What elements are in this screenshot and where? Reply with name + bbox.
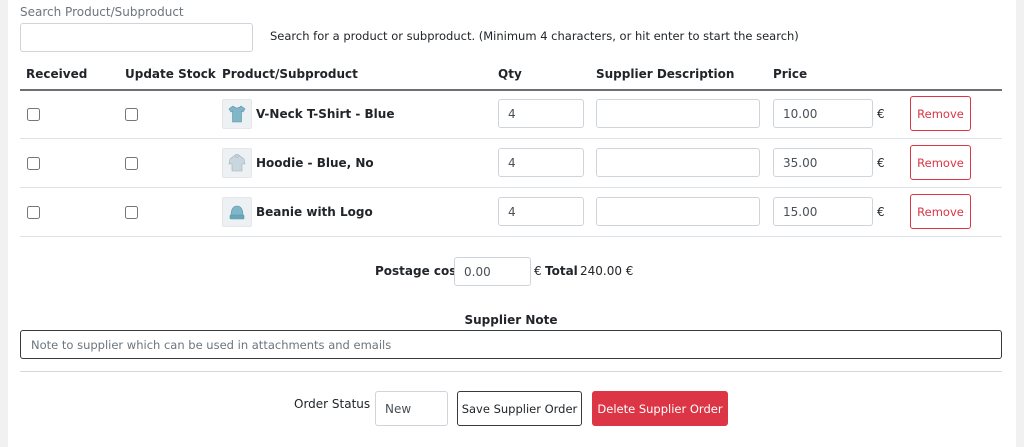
header-update-stock: Update Stock (125, 67, 216, 81)
product-name: Beanie with Logo (256, 205, 373, 219)
delete-supplier-order-button[interactable]: Delete Supplier Order (592, 391, 728, 426)
product-thumbnail (222, 148, 252, 178)
product-thumbnail (222, 99, 252, 129)
received-checkbox[interactable] (27, 108, 40, 121)
total-value: 240.00 € (580, 264, 634, 278)
row-divider (20, 236, 1002, 237)
header-received: Received (26, 67, 88, 81)
supplier-description-input[interactable] (596, 99, 760, 128)
row-divider (20, 187, 1002, 188)
postage-cost-label: Postage cost (375, 264, 463, 278)
currency-symbol: € (877, 205, 885, 219)
remove-button[interactable]: Remove (910, 194, 971, 229)
total-label: Total (545, 264, 578, 278)
product-thumbnail (222, 197, 252, 227)
header-product: Product/Subproduct (222, 67, 358, 81)
remove-button[interactable]: Remove (910, 96, 971, 131)
beanie-icon (229, 205, 245, 220)
received-checkbox[interactable] (27, 206, 40, 219)
qty-input[interactable] (498, 148, 584, 177)
supplier-note-input[interactable] (20, 330, 1002, 359)
price-input[interactable] (773, 197, 873, 226)
postage-cost-input[interactable] (454, 257, 531, 286)
supplier-description-input[interactable] (596, 197, 760, 226)
update-stock-checkbox[interactable] (125, 206, 138, 219)
supplier-note-title: Supplier Note (464, 313, 558, 327)
hoodie-icon (228, 154, 246, 172)
update-stock-checkbox[interactable] (125, 108, 138, 121)
search-help-text: Search for a product or subproduct. (Min… (270, 29, 799, 43)
order-status-label: Order Status (294, 397, 371, 411)
tshirt-icon (228, 105, 246, 123)
search-label: Search Product/Subproduct (20, 5, 184, 19)
price-input[interactable] (773, 99, 873, 128)
qty-input[interactable] (498, 99, 584, 128)
header-supplier-description: Supplier Description (596, 67, 735, 81)
supplier-order-panel: Search Product/Subproduct Search for a p… (8, 0, 1016, 447)
header-qty: Qty (498, 67, 522, 81)
qty-input[interactable] (498, 197, 584, 226)
header-divider (20, 89, 1002, 91)
received-checkbox[interactable] (27, 157, 40, 170)
currency-symbol: € (877, 107, 885, 121)
header-price: Price (773, 67, 808, 81)
remove-button[interactable]: Remove (910, 145, 971, 180)
order-status-field[interactable] (375, 391, 448, 426)
save-supplier-order-button[interactable]: Save Supplier Order (457, 391, 582, 426)
supplier-description-input[interactable] (596, 148, 760, 177)
product-name: V-Neck T-Shirt - Blue (256, 107, 395, 121)
currency-symbol: € (877, 156, 885, 170)
row-divider (20, 138, 1002, 139)
update-stock-checkbox[interactable] (125, 157, 138, 170)
postage-currency-symbol: € (534, 264, 542, 278)
product-name: Hoodie - Blue, No (256, 156, 374, 170)
footer-divider (20, 371, 1002, 372)
price-input[interactable] (773, 148, 873, 177)
search-input[interactable] (20, 23, 253, 52)
